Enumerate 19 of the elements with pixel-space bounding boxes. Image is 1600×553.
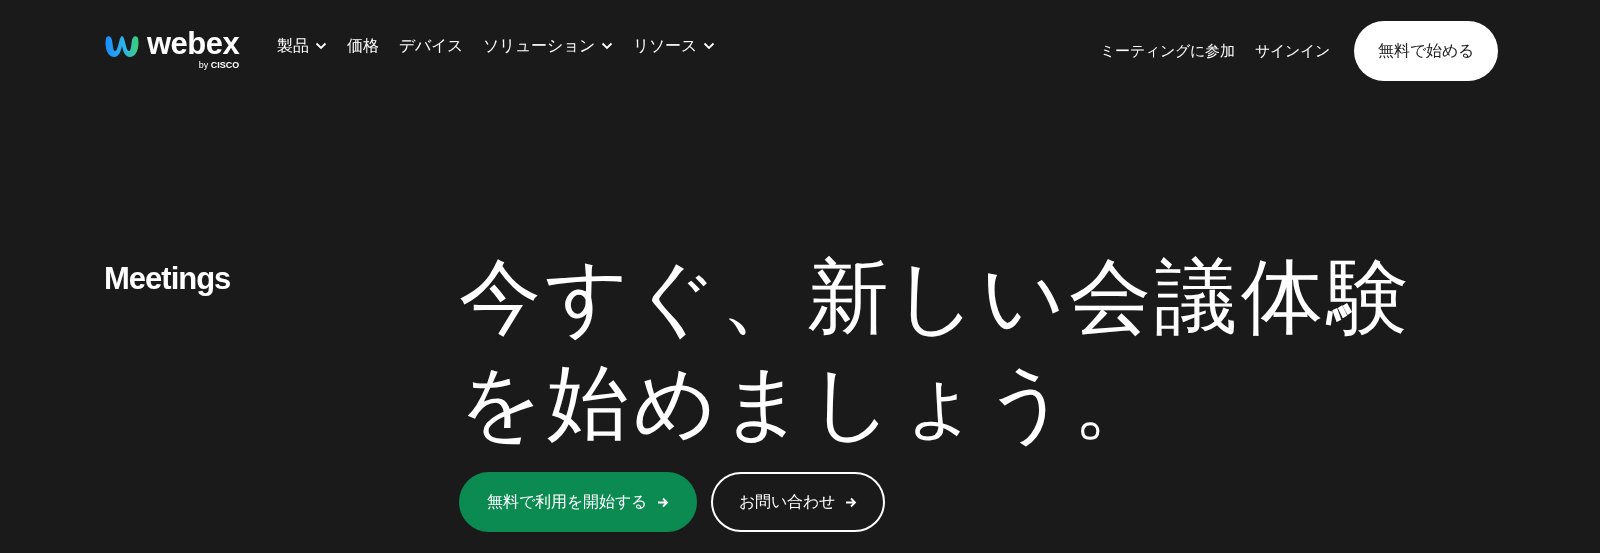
hero-button[interactable]: 無料で利用を開始する bbox=[459, 472, 697, 532]
header-link[interactable]: ミーティングに参加 bbox=[1100, 41, 1235, 61]
hero-button[interactable]: お問い合わせ bbox=[711, 472, 885, 532]
arrow-right-icon bbox=[657, 496, 669, 508]
nav-menu-item[interactable]: 製品 bbox=[277, 35, 328, 57]
hero-headline: 今すぐ、新しい会議体験を始めましょう。 bbox=[459, 248, 1414, 452]
nav-menu-item[interactable]: リソース bbox=[633, 35, 716, 57]
chevron-down-icon bbox=[703, 42, 716, 50]
logo-tagline: by CISCO bbox=[198, 60, 240, 70]
nav-menu-item[interactable]: デバイス bbox=[399, 35, 464, 57]
product-label: Meetings bbox=[104, 261, 232, 298]
start-free-button[interactable]: 無料で始める bbox=[1354, 21, 1498, 81]
chevron-down-icon bbox=[315, 42, 328, 50]
nav-menu-item[interactable]: ソリューション bbox=[483, 35, 614, 57]
arrow-right-icon bbox=[845, 496, 857, 508]
header-link[interactable]: サインイン bbox=[1255, 41, 1330, 61]
logo-wordmark: webex bbox=[147, 28, 240, 60]
nav-menu-item[interactable]: 価格 bbox=[347, 35, 380, 57]
chevron-down-icon bbox=[601, 42, 614, 50]
